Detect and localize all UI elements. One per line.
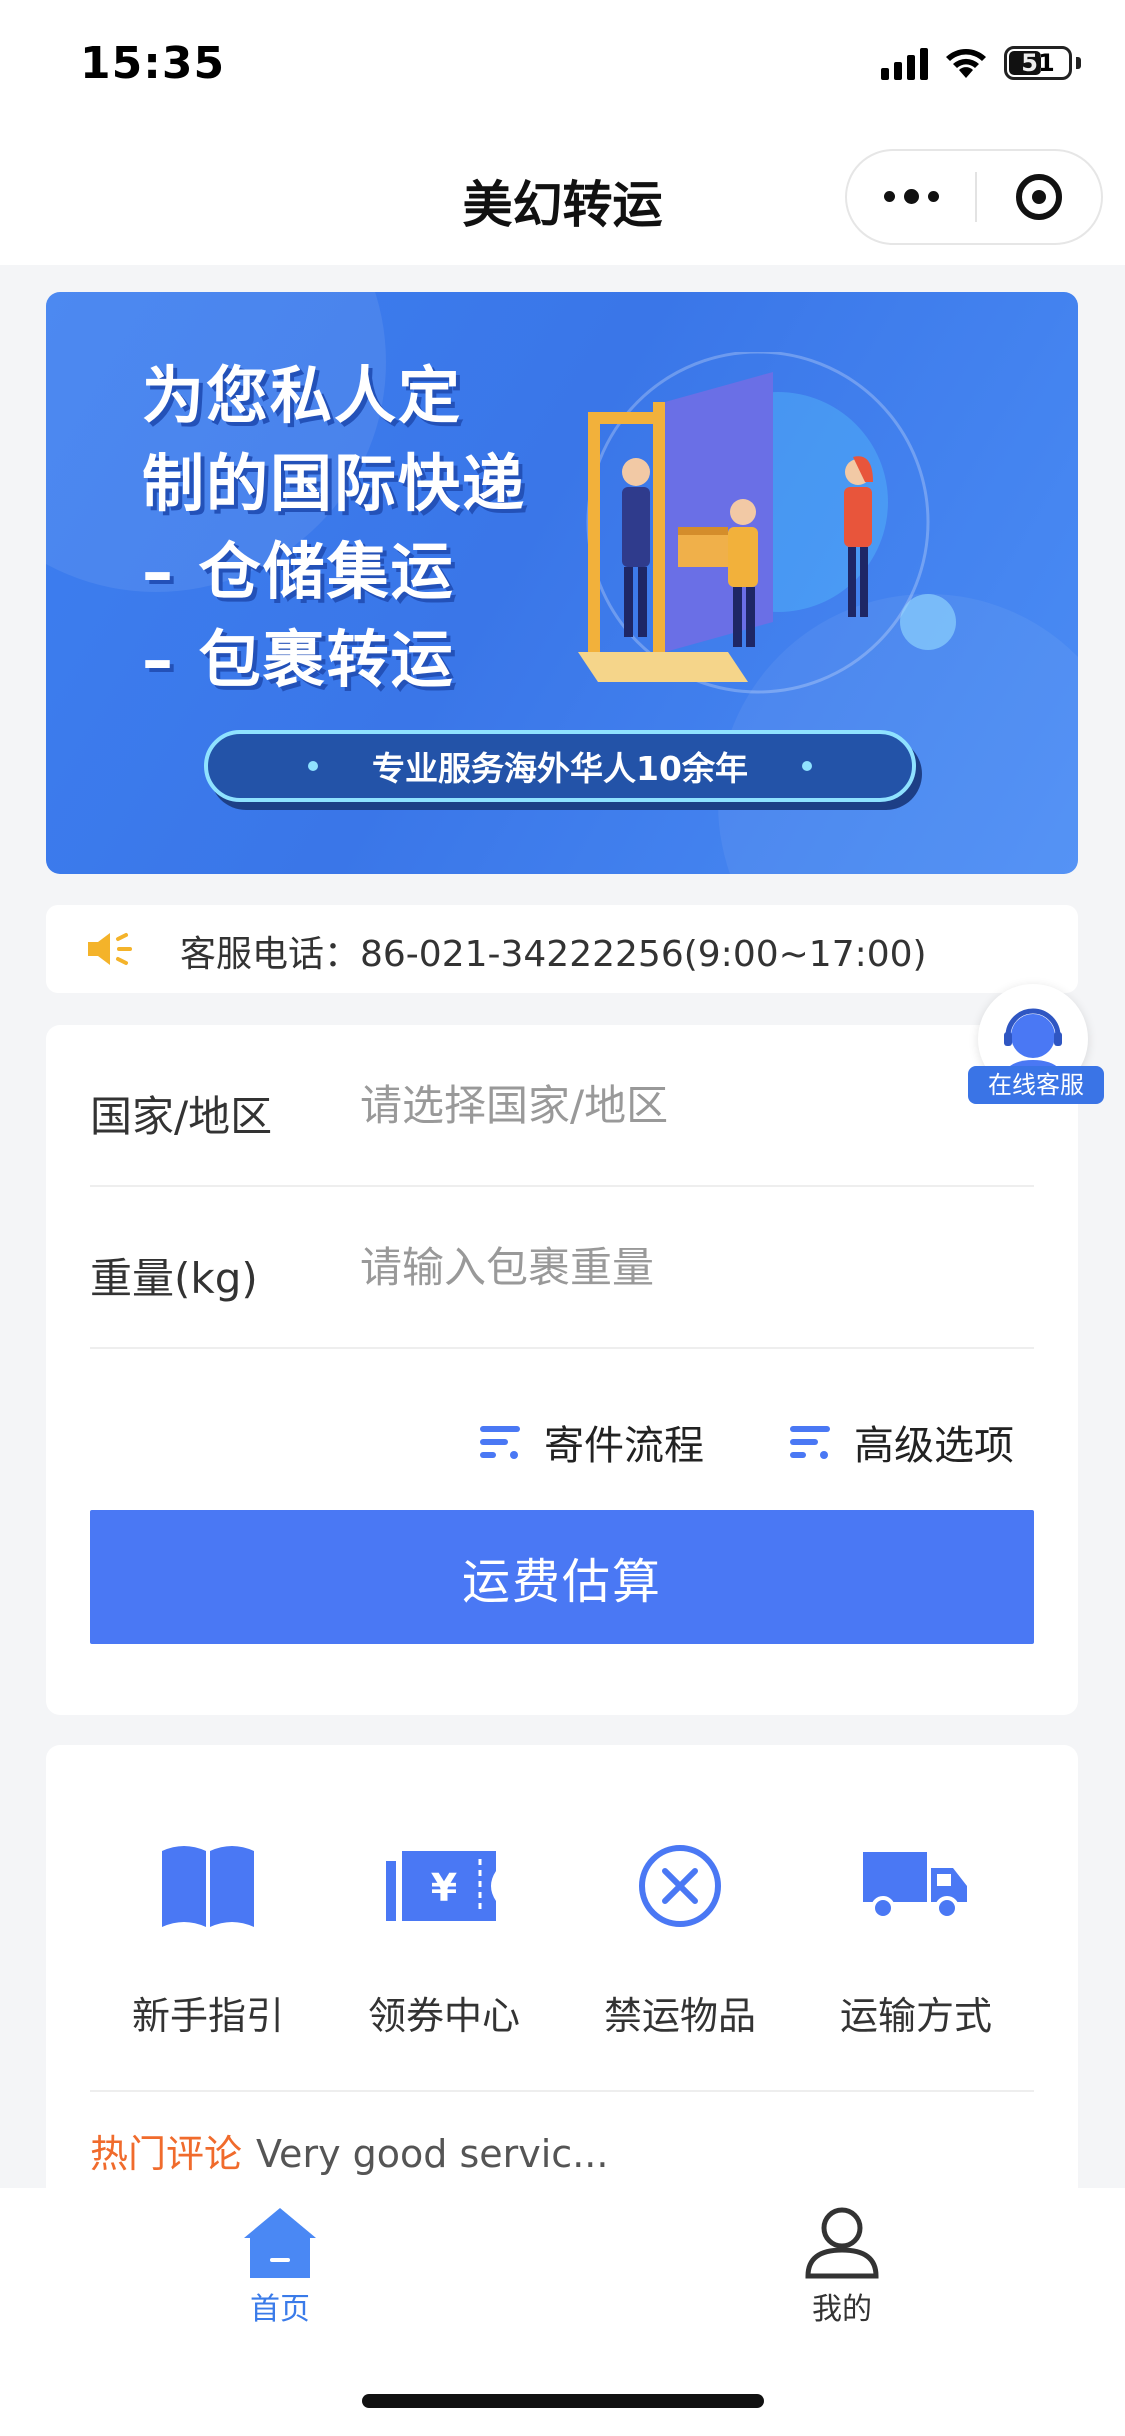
tab-mine[interactable]: 我的 — [762, 2204, 922, 2328]
service-coupon-center[interactable]: ¥ 领券中心 — [326, 1831, 562, 2040]
mini-program-capsule — [845, 149, 1103, 245]
user-icon — [805, 2207, 879, 2279]
service-label: 运输方式 — [839, 1994, 992, 2038]
more-icon[interactable] — [847, 188, 975, 204]
battery-level: 51 — [1021, 49, 1055, 77]
target-icon — [1016, 174, 1062, 220]
hot-review-tag: 热门评论 — [90, 2132, 243, 2176]
status-bar: 15:35 51 — [0, 0, 1125, 135]
speaker-icon — [88, 933, 132, 965]
home-indicator — [362, 2394, 764, 2408]
tab-mine-label: 我的 — [812, 2292, 872, 2327]
home-icon — [244, 2208, 316, 2278]
estimate-shipping-button[interactable]: 运费估算 — [90, 1510, 1034, 1644]
advanced-options-link[interactable]: 高级选项 — [790, 1413, 1014, 1471]
book-icon — [148, 1831, 268, 1941]
battery-icon: 51 — [1004, 46, 1072, 80]
banner-line-3: – 仓储集运 — [142, 535, 455, 608]
cellular-signal-icon — [881, 46, 928, 80]
service-phone-notice[interactable]: 客服电话：86-021-34222256(9:00~17:00) — [46, 905, 1078, 993]
promo-banner[interactable]: 为您私人定 制的国际快递 – 仓储集运 – 包裹转运 专业服务海外华人10余年 — [46, 292, 1078, 874]
weight-row: 重量(kg) — [90, 1187, 1034, 1349]
delivery-illustration — [578, 352, 956, 694]
form-links: 寄件流程 高级选项 — [480, 1413, 1014, 1471]
country-label: 国家/地区 — [90, 1092, 273, 1141]
truck-icon — [856, 1831, 976, 1941]
shipping-estimate-form: 国家/地区 重量(kg) 寄件流程 高级选项 运费估算 — [46, 1025, 1078, 1715]
hot-review[interactable]: 热门评论 Very good servic... — [90, 2123, 608, 2178]
service-shipping-methods[interactable]: 运输方式 — [798, 1831, 1034, 2040]
svg-text:¥: ¥ — [431, 1866, 457, 1910]
services-card: 新手指引 ¥ 领券中心 禁运物品 运输方式 热门评论 Very good ser… — [46, 1745, 1078, 2205]
banner-line-1: 为您私人定 — [142, 359, 463, 432]
list-icon — [480, 1426, 520, 1459]
service-prohibited-items[interactable]: 禁运物品 — [562, 1831, 798, 2040]
country-select[interactable] — [360, 1075, 1020, 1135]
weight-label: 重量(kg) — [90, 1254, 258, 1303]
service-label: 禁运物品 — [603, 1994, 756, 2038]
service-label: 领券中心 — [367, 1994, 520, 2038]
banner-headline: 为您私人定 制的国际快递 – 仓储集运 – 包裹转运 — [142, 352, 526, 704]
nav-bar: 美幻转运 — [0, 135, 1125, 265]
services-grid: 新手指引 ¥ 领券中心 禁运物品 运输方式 — [90, 1831, 1034, 2040]
status-icons: 51 — [881, 46, 1081, 80]
banner-tagline-text: 专业服务海外华人10余年 — [372, 749, 748, 788]
banner-tagline: 专业服务海外华人10余年 — [204, 730, 916, 802]
hot-review-text: Very good servic... — [256, 2132, 609, 2176]
online-service-label: 在线客服 — [968, 1066, 1104, 1104]
online-service-button[interactable]: 在线客服 — [968, 984, 1104, 1104]
service-phone-text: 客服电话：86-021-34222256(9:00~17:00) — [180, 934, 927, 975]
shipping-process-link[interactable]: 寄件流程 — [480, 1413, 704, 1471]
advanced-options-label: 高级选项 — [854, 1423, 1014, 1469]
status-time: 15:35 — [80, 38, 226, 89]
forbidden-icon — [620, 1831, 740, 1941]
weight-input[interactable] — [360, 1237, 1020, 1297]
coupon-icon: ¥ — [384, 1831, 504, 1941]
service-label: 新手指引 — [131, 1994, 284, 2038]
banner-line-4: – 包裹转运 — [142, 623, 455, 696]
wifi-icon — [946, 49, 986, 78]
tab-home[interactable]: 首页 — [200, 2204, 360, 2328]
tab-home-label: 首页 — [250, 2292, 310, 2327]
list-icon — [790, 1426, 830, 1459]
shipping-process-label: 寄件流程 — [544, 1423, 704, 1469]
close-button[interactable] — [977, 174, 1101, 220]
service-beginner-guide[interactable]: 新手指引 — [90, 1831, 326, 2040]
banner-line-2: 制的国际快递 — [142, 447, 527, 520]
divider — [90, 2090, 1034, 2092]
country-row[interactable]: 国家/地区 — [90, 1025, 1034, 1187]
